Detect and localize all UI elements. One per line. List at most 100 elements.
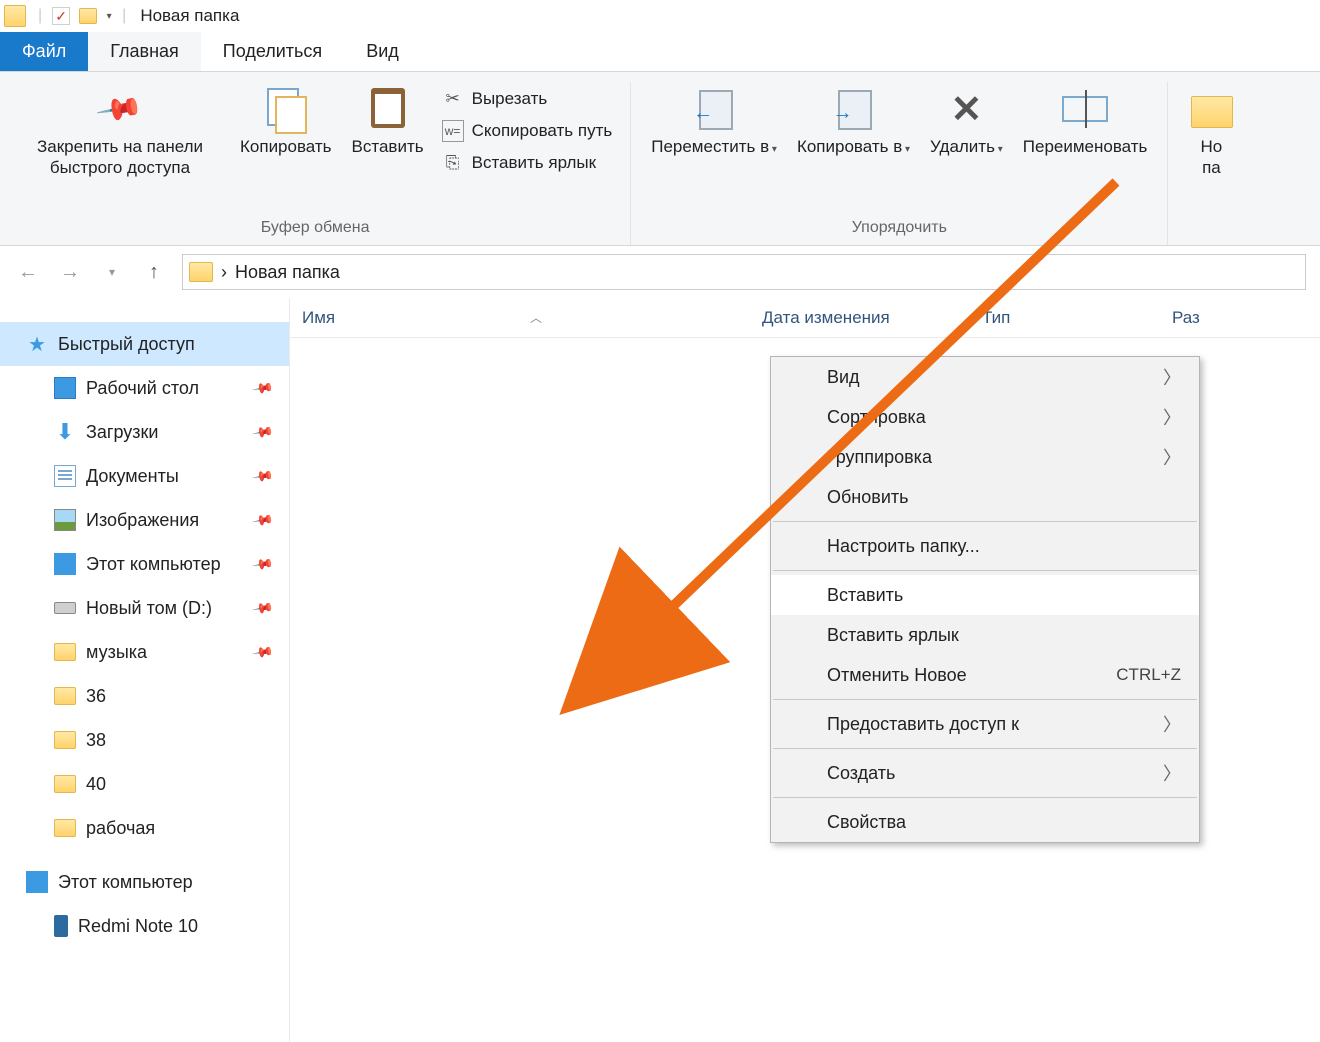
column-header-name[interactable]: Имя ︿ xyxy=(290,308,750,328)
ribbon-group-clipboard: 📌 Закрепить на панели быстрого доступа К… xyxy=(0,82,631,245)
tab-share[interactable]: Поделиться xyxy=(201,32,344,71)
rename-label: Переименовать xyxy=(1023,136,1148,157)
address-bar[interactable]: › Новая папка xyxy=(182,254,1306,290)
ctx-new[interactable]: Создать 〉 xyxy=(771,753,1199,793)
paste-button[interactable]: Вставить xyxy=(344,82,432,161)
ribbon-group-new: Нопа xyxy=(1168,82,1254,245)
quick-access-icon[interactable]: ✓ xyxy=(52,7,70,25)
ctx-paste-shortcut[interactable]: Вставить ярлык xyxy=(771,615,1199,655)
new-volume-label: Новый том (D:) xyxy=(86,598,212,619)
pictures-label: Изображения xyxy=(86,510,199,531)
col-size-label: Раз xyxy=(1172,308,1200,327)
separator: | xyxy=(122,7,126,25)
move-to-button[interactable]: Переместить в ▾ xyxy=(643,82,785,161)
redmi-label: Redmi Note 10 xyxy=(78,916,198,937)
column-header-type[interactable]: Тип xyxy=(970,308,1160,328)
file-list-area[interactable]: Имя ︿ Дата изменения Тип Раз Вид 〉 Сорти… xyxy=(290,298,1320,1042)
ctx-share-access[interactable]: Предоставить доступ к 〉 xyxy=(771,704,1199,744)
sidebar-item-music[interactable]: музыка 📌 xyxy=(0,630,289,674)
ctx-customize-label: Настроить папку... xyxy=(827,536,980,557)
ctx-paste[interactable]: Вставить xyxy=(771,575,1199,615)
chevron-right-icon: 〉 xyxy=(1163,364,1181,390)
new-folder-button[interactable]: Нопа xyxy=(1180,82,1242,183)
sidebar-item-40[interactable]: 40 xyxy=(0,762,289,806)
copy-icon xyxy=(263,86,309,132)
rename-button[interactable]: Переименовать xyxy=(1015,82,1156,161)
ctx-view[interactable]: Вид 〉 xyxy=(771,357,1199,397)
sidebar-item-38[interactable]: 38 xyxy=(0,718,289,762)
folder-icon xyxy=(4,5,26,27)
sidebar-item-pictures[interactable]: Изображения 📌 xyxy=(0,498,289,542)
ctx-paste-shortcut-label: Вставить ярлык xyxy=(827,625,959,646)
pin-label: Закрепить на панели быстрого доступа xyxy=(20,136,220,179)
up-button[interactable]: ↑ xyxy=(140,258,168,286)
shortcut-icon: ⎘ xyxy=(442,152,464,174)
sidebar-item-documents[interactable]: Документы 📌 xyxy=(0,454,289,498)
address-crumb[interactable]: Новая папка xyxy=(235,262,340,283)
column-header-size[interactable]: Раз xyxy=(1160,308,1320,328)
sidebar-item-redmi[interactable]: Redmi Note 10 xyxy=(0,904,289,948)
paste-icon xyxy=(365,86,411,132)
col-date-label: Дата изменения xyxy=(762,308,890,327)
pin-icon: 📌 xyxy=(250,464,274,488)
move-to-label: Переместить в xyxy=(651,137,769,156)
back-button[interactable]: ← xyxy=(14,258,42,286)
tab-view[interactable]: Вид xyxy=(344,32,421,71)
ctx-new-label: Создать xyxy=(827,763,895,784)
copy-path-button[interactable]: w= Скопировать путь xyxy=(436,118,619,144)
cut-button[interactable]: ✂ Вырезать xyxy=(436,86,619,112)
move-to-icon xyxy=(691,86,737,132)
sidebar-item-36[interactable]: 36 xyxy=(0,674,289,718)
folder-icon xyxy=(54,731,76,749)
tab-file[interactable]: Файл xyxy=(0,32,88,71)
ctx-group[interactable]: Группировка 〉 xyxy=(771,437,1199,477)
main-area: ★ Быстрый доступ Рабочий стол 📌 ⬇ Загруз… xyxy=(0,298,1320,1042)
ctx-paste-label: Вставить xyxy=(827,585,903,606)
ctx-refresh[interactable]: Обновить xyxy=(771,477,1199,517)
delete-button[interactable]: ✕ Удалить ▾ xyxy=(922,82,1011,161)
sidebar-item-desktop[interactable]: Рабочий стол 📌 xyxy=(0,366,289,410)
col-name-label: Имя xyxy=(302,308,335,328)
documents-icon xyxy=(54,465,76,487)
phone-icon xyxy=(54,915,68,937)
column-headers: Имя ︿ Дата изменения Тип Раз xyxy=(290,298,1320,338)
history-dropdown[interactable]: ▾ xyxy=(98,258,126,286)
folder-icon xyxy=(54,643,76,661)
ctx-undo[interactable]: Отменить Новое CTRL+Z xyxy=(771,655,1199,695)
sidebar-item-new-volume[interactable]: Новый том (D:) 📌 xyxy=(0,586,289,630)
ribbon: 📌 Закрепить на панели быстрого доступа К… xyxy=(0,72,1320,246)
paste-shortcut-label: Вставить ярлык xyxy=(472,153,596,173)
ctx-customize[interactable]: Настроить папку... xyxy=(771,526,1199,566)
sidebar-item-quick-access[interactable]: ★ Быстрый доступ xyxy=(0,322,289,366)
pc-icon xyxy=(26,871,48,893)
copy-label: Копировать xyxy=(240,136,332,157)
column-header-date[interactable]: Дата изменения xyxy=(750,308,970,328)
ctx-properties[interactable]: Свойства xyxy=(771,802,1199,842)
chevron-down-icon[interactable]: ▾ xyxy=(102,9,116,23)
navigation-bar: ← → ▾ ↑ › Новая папка xyxy=(0,246,1320,298)
sidebar-item-downloads[interactable]: ⬇ Загрузки 📌 xyxy=(0,410,289,454)
sidebar-item-thispc-pinned[interactable]: Этот компьютер 📌 xyxy=(0,542,289,586)
separator xyxy=(773,797,1197,798)
scissors-icon: ✂ xyxy=(442,88,464,110)
work-label: рабочая xyxy=(86,818,155,839)
sidebar-item-this-pc[interactable]: Этот компьютер xyxy=(0,860,289,904)
copy-to-label: Копировать в xyxy=(797,137,902,156)
col-type-label: Тип xyxy=(982,308,1010,327)
new-folder-label-2: па xyxy=(1202,158,1221,177)
title-bar: | ✓ ▾ | Новая папка xyxy=(0,0,1320,32)
paste-shortcut-button[interactable]: ⎘ Вставить ярлык xyxy=(436,150,619,176)
copy-button[interactable]: Копировать xyxy=(232,82,340,161)
forward-button[interactable]: → xyxy=(56,258,84,286)
copy-to-button[interactable]: Копировать в ▾ xyxy=(789,82,918,161)
ctx-share-label: Предоставить доступ к xyxy=(827,714,1019,735)
delete-label: Удалить xyxy=(930,137,995,156)
tab-home[interactable]: Главная xyxy=(88,32,201,71)
pin-quick-access-button[interactable]: 📌 Закрепить на панели быстрого доступа xyxy=(12,82,228,183)
downloads-label: Загрузки xyxy=(86,422,158,443)
separator xyxy=(773,748,1197,749)
sidebar-item-work[interactable]: рабочая xyxy=(0,806,289,850)
pin-icon: 📌 xyxy=(250,552,274,576)
ctx-sort[interactable]: Сортировка 〉 xyxy=(771,397,1199,437)
pin-icon: 📌 xyxy=(250,508,274,532)
